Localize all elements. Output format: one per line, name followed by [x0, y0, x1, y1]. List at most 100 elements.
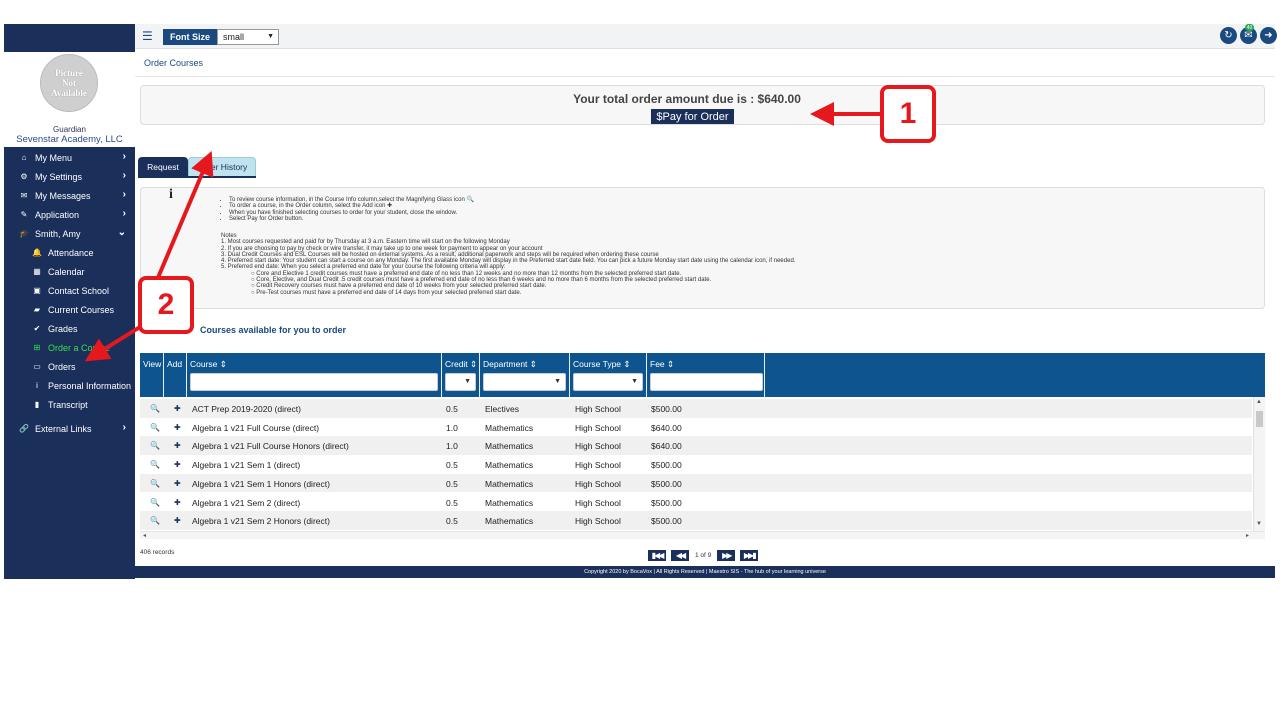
- table-row: 🔍 ✚ Algebra 1 v21 Full Course Honors (dire…: [140, 436, 1252, 456]
- course-type-filter-select[interactable]: ▼: [573, 373, 643, 391]
- sidebar-item-student[interactable]: 🎓 Smith, Amy ⌄: [4, 224, 135, 243]
- chevron-right-icon: ›: [122, 189, 126, 200]
- callout-2: 2: [138, 276, 194, 334]
- sidebar-item-current-courses[interactable]: ▰ Current Courses: [4, 300, 135, 319]
- callout-1: 1: [880, 85, 936, 143]
- chevron-down-icon: ⌄: [117, 227, 126, 238]
- magnifier-icon[interactable]: 🔍: [150, 460, 160, 469]
- column-course-type[interactable]: Course Type ⇕ ▼: [570, 353, 647, 397]
- sidebar-menu: ⌂ My Menu › ⚙ My Settings › ✉ My Message…: [4, 148, 135, 438]
- pay-for-order-button[interactable]: $Pay for Order: [651, 109, 734, 124]
- course-cell: Algebra 1 v21 Sem 1 (direct): [192, 460, 301, 471]
- magnifier-icon[interactable]: 🔍: [150, 404, 160, 413]
- font-size-select[interactable]: small ▼: [217, 29, 279, 45]
- pager: ▮◀◀ ◀◀ 1 of 9 ▶▶ ▶▶▮: [648, 549, 763, 561]
- mail-badge: 40: [1245, 24, 1254, 31]
- fee-cell: $500.00: [651, 404, 682, 414]
- sidebar-item-order-a-course[interactable]: ⊞ Order a Course: [4, 338, 135, 357]
- hamburger-icon[interactable]: ☰: [142, 29, 153, 43]
- graduation-cap-icon: 🎓: [19, 229, 29, 238]
- magnifier-icon[interactable]: 🔍: [150, 498, 160, 507]
- grid-body: 🔍 ✚ ACT Prep 2019-2020 (direct) 0.5 Elective…: [140, 397, 1265, 539]
- department-cell: Mathematics: [485, 497, 534, 508]
- add-icon[interactable]: ✚: [174, 460, 181, 469]
- edit-icon: ✎: [20, 210, 28, 219]
- book-icon: ▰: [33, 305, 41, 314]
- course-cell: Algebra 1 v21 Full Course Honors (direct…: [192, 441, 349, 452]
- fee-cell: $500.00: [651, 478, 682, 489]
- credit-filter-select[interactable]: ▼: [445, 373, 476, 391]
- file-icon: ▮: [34, 400, 40, 409]
- table-row: 🔍 ✚ Algebra 1 v21 Sem 2 Honors (direct) 0.5…: [140, 511, 1252, 530]
- sidebar-item-attendance[interactable]: 🔔 Attendance: [4, 243, 135, 262]
- add-icon[interactable]: ✚: [174, 423, 181, 432]
- tab-request[interactable]: Request: [138, 157, 188, 177]
- add-icon[interactable]: ✚: [174, 516, 181, 525]
- magnifier-icon[interactable]: 🔍: [150, 423, 160, 432]
- sidebar-item-calendar[interactable]: ▦ Calendar: [4, 262, 135, 281]
- grid-header: View Add Course ⇕ Credit ⇕ ▼ Department …: [140, 353, 1265, 397]
- sidebar-item-personal-information[interactable]: i Personal Information: [4, 376, 135, 395]
- column-department[interactable]: Department ⇕ ▼: [480, 353, 570, 397]
- sidebar-item-my-menu[interactable]: ⌂ My Menu ›: [4, 148, 135, 167]
- address-card-icon: ▣: [33, 286, 41, 295]
- fee-cell: $640.00: [651, 422, 682, 433]
- vertical-scrollbar[interactable]: ▲ ▼: [1253, 397, 1265, 531]
- previous-page-button[interactable]: ◀◀: [671, 549, 689, 561]
- magnifier-icon[interactable]: 🔍: [150, 479, 160, 488]
- page-info: 1 of 9: [695, 551, 712, 559]
- credit-cell: 0.5: [446, 460, 458, 471]
- profile-panel: Picture Not Available Guardian Sevenstar…: [4, 52, 135, 147]
- avatar: Picture Not Available: [40, 54, 98, 112]
- sidebar-item-grades[interactable]: ✔ Grades: [4, 319, 135, 338]
- info-icon: i: [36, 381, 38, 390]
- chevron-right-icon: ›: [122, 170, 126, 181]
- sidebar-item-external-links[interactable]: 🔗 External Links ›: [4, 419, 135, 438]
- logout-icon[interactable]: ➜: [1260, 27, 1277, 44]
- order-total-text: Your total order amount due is : $640.00: [573, 92, 801, 106]
- plus-square-icon: ⊞: [33, 343, 41, 352]
- course-type-cell: High School: [575, 422, 621, 433]
- next-page-button[interactable]: ▶▶: [717, 549, 736, 561]
- course-filter-input[interactable]: [190, 373, 438, 391]
- refresh-icon[interactable]: ↻: [1220, 27, 1237, 44]
- magnifier-icon[interactable]: 🔍: [150, 516, 160, 525]
- fee-filter-input[interactable]: [650, 373, 763, 391]
- chevron-right-icon: ›: [122, 422, 126, 433]
- column-fee[interactable]: Fee ⇕: [647, 353, 765, 397]
- sidebar-item-my-messages[interactable]: ✉ My Messages ›: [4, 186, 135, 205]
- column-course[interactable]: Course ⇕: [187, 353, 442, 397]
- sidebar-item-contact-school[interactable]: ▣ Contact School: [4, 281, 135, 300]
- sidebar-item-application[interactable]: ✎ Application ›: [4, 205, 135, 224]
- credit-cell: 0.5: [446, 478, 458, 489]
- first-page-button[interactable]: ▮◀◀: [648, 549, 666, 561]
- sidebar-item-my-settings[interactable]: ⚙ My Settings ›: [4, 167, 135, 186]
- check-icon: ✔: [33, 324, 41, 333]
- last-page-button[interactable]: ▶▶▮: [740, 549, 759, 561]
- chevron-right-icon: ›: [122, 151, 126, 162]
- courses-grid: View Add Course ⇕ Credit ⇕ ▼ Department …: [140, 353, 1265, 539]
- horizontal-scrollbar[interactable]: ◂ ▸: [140, 531, 1265, 539]
- credit-cell: 1.0: [446, 422, 458, 433]
- add-icon[interactable]: ✚: [174, 404, 181, 413]
- add-icon[interactable]: ✚: [174, 441, 181, 450]
- font-size-label: Font Size: [163, 29, 217, 45]
- instruction-item: Select Pay for Order button.: [229, 216, 921, 222]
- credit-cell: 0.5: [446, 516, 458, 527]
- course-cell: Algebra 1 v21 Sem 2 (direct): [192, 497, 301, 508]
- top-toolbar: ☰ Font Size small ▼ ↻ ✉ 40 ➜: [135, 24, 1277, 49]
- department-filter-select[interactable]: ▼: [483, 373, 566, 391]
- table-row: 🔍 ✚ Algebra 1 v21 Sem 2 (direct) 0.5 Mathema…: [140, 493, 1252, 512]
- tab-order-history[interactable]: Order History: [188, 157, 256, 177]
- sidebar-item-transcript[interactable]: ▮ Transcript: [4, 395, 135, 414]
- add-icon[interactable]: ✚: [174, 498, 181, 507]
- course-type-cell: High School: [575, 478, 621, 489]
- column-credit[interactable]: Credit ⇕ ▼: [442, 353, 480, 397]
- available-courses-title: Courses available for you to order: [200, 325, 347, 335]
- course-type-cell: High School: [575, 441, 621, 452]
- table-row: 🔍 ✚ Algebra 1 v21 Sem 1 (direct) 0.5 Mathema…: [140, 455, 1252, 474]
- fee-cell: $640.00: [651, 441, 682, 452]
- magnifier-icon[interactable]: 🔍: [150, 441, 160, 450]
- sidebar-item-orders[interactable]: ▭ Orders: [4, 357, 135, 376]
- add-icon[interactable]: ✚: [174, 479, 181, 488]
